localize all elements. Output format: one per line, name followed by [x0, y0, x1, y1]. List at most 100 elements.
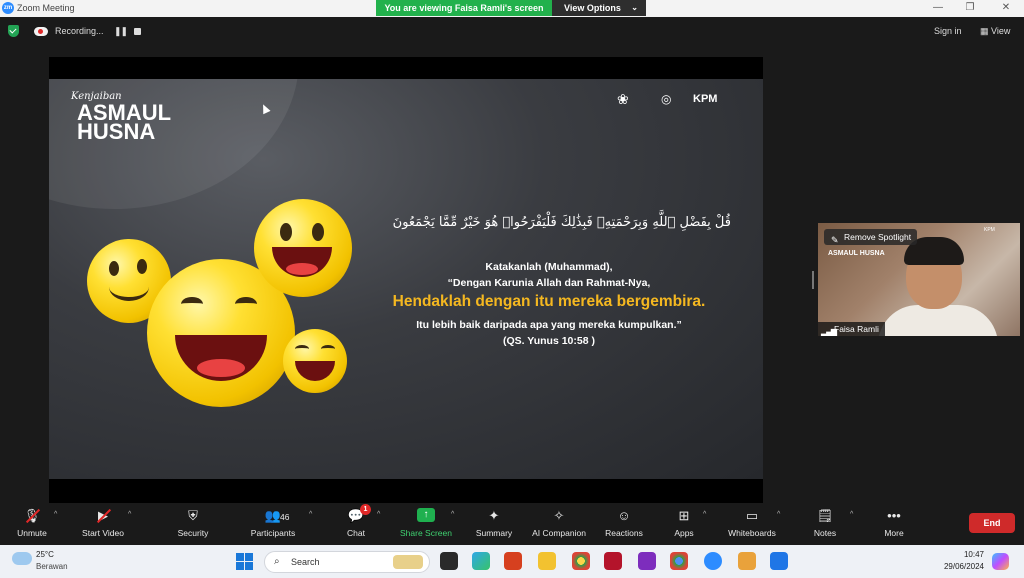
- meeting-topbar: Recording... ❚❚ Sign in ▦ View: [0, 17, 1024, 47]
- close-icon[interactable]: ✕: [996, 1, 1016, 15]
- global-logo-icon: ◎: [661, 92, 672, 106]
- view-label: View: [991, 26, 1011, 36]
- onenote-icon[interactable]: [638, 552, 656, 570]
- brand-title: ASMAUL HUSNA: [77, 102, 171, 143]
- taskbar-date[interactable]: 29/06/2024: [922, 562, 984, 571]
- remove-spotlight-label: Remove Spotlight: [844, 232, 912, 242]
- media-player-icon[interactable]: [738, 552, 756, 570]
- notes-button[interactable]: 🗒 Notes: [808, 503, 842, 545]
- speaker-video-tile[interactable]: ASMAUL HUSNA KPM ✎ Remove Spotlight ▂▄▆ …: [818, 223, 1020, 336]
- notes-caret-icon[interactable]: ^: [850, 511, 853, 518]
- app-blue-icon[interactable]: [770, 552, 788, 570]
- view-options-button[interactable]: View Options ⌄: [552, 0, 646, 16]
- mini-slide-logo: KPM: [984, 227, 995, 233]
- minimize-icon[interactable]: —: [928, 1, 948, 15]
- translation-line-2: “Dengan Karunia Allah dan Rahmat-Nya,: [447, 277, 651, 289]
- chat-unread-badge: 1: [360, 504, 371, 515]
- summary-button[interactable]: ✦ Summary: [472, 503, 516, 545]
- microsoft-store-icon[interactable]: [604, 552, 622, 570]
- task-view-icon[interactable]: [440, 552, 458, 570]
- participants-caret-icon[interactable]: ^: [309, 511, 312, 518]
- start-video-button[interactable]: ▶ Start Video: [78, 503, 128, 545]
- security-label: Security: [177, 528, 209, 538]
- start-video-label: Start Video: [82, 528, 124, 538]
- chrome-profile-icon[interactable]: [670, 552, 688, 570]
- more-button[interactable]: ••• More: [878, 503, 910, 545]
- share-caret-icon[interactable]: ^: [451, 511, 454, 518]
- shield-icon: ⛨: [188, 508, 198, 523]
- apps-icon: ⊞: [678, 508, 690, 523]
- participant-name: Faisa Ramli: [834, 324, 879, 334]
- sign-in-link[interactable]: Sign in: [934, 26, 962, 36]
- remove-spotlight-button[interactable]: ✎ Remove Spotlight: [824, 229, 918, 245]
- security-button[interactable]: ⛨ Security: [172, 503, 214, 545]
- taskbar-search[interactable]: ⌕ Search: [264, 551, 430, 573]
- edge-browser-icon[interactable]: [472, 552, 490, 570]
- windows-taskbar: 25°C Berawan ⌕ Search 10:47 29/06/2024: [0, 545, 1024, 578]
- whiteboard-icon: ▭: [745, 508, 759, 523]
- participants-button[interactable]: 👥 46 Participants: [246, 503, 300, 545]
- participants-icon: 👥 46: [264, 508, 290, 523]
- smiley-icon: ☺: [617, 508, 631, 523]
- video-off-icon: ▶: [94, 508, 112, 524]
- summary-label: Summary: [475, 528, 513, 538]
- apps-caret-icon[interactable]: ^: [703, 511, 706, 518]
- end-meeting-button[interactable]: End: [969, 513, 1015, 533]
- notes-icon: 🗒: [816, 508, 834, 523]
- chevron-down-icon: ⌄: [631, 3, 638, 12]
- summary-icon: ✦: [488, 508, 500, 523]
- unmute-label: Unmute: [17, 528, 47, 538]
- apps-button[interactable]: ⊞ Apps: [668, 503, 700, 545]
- share-screen-label: Share Screen: [400, 528, 452, 538]
- windows-start-icon[interactable]: [236, 553, 253, 570]
- sparkle-icon: ✧: [553, 508, 565, 523]
- chat-button[interactable]: 💬 1 Chat: [338, 503, 374, 545]
- viewing-screen-banner: You are viewing Faisa Ramli's screen: [376, 0, 552, 16]
- pause-recording-icon[interactable]: ❚❚: [114, 26, 128, 37]
- presentation-slide: Kenjaiban ASMAUL HUSNA ❀ ◎ KPM قُلْ بِفَ…: [49, 79, 763, 479]
- encryption-shield-icon[interactable]: [8, 25, 19, 37]
- chat-caret-icon[interactable]: ^: [377, 511, 380, 518]
- search-highlight-icon: [393, 555, 423, 569]
- more-dots-icon: •••: [887, 508, 901, 523]
- taskbar-time[interactable]: 10:47: [922, 550, 984, 559]
- squint-laugh-emoji-icon: [283, 329, 347, 393]
- app-red-icon[interactable]: [504, 552, 522, 570]
- restore-icon[interactable]: ❐: [960, 1, 980, 15]
- zoom-app-icon[interactable]: [704, 552, 722, 570]
- stop-recording-icon[interactable]: [134, 28, 141, 35]
- view-options-label: View Options: [564, 3, 621, 13]
- share-screen-icon: ↑: [417, 508, 435, 524]
- speaker-shirt: [878, 305, 998, 336]
- participant-name-tag: ▂▄▆ Faisa Ramli: [818, 322, 885, 336]
- zakat-logo-icon: ❀: [617, 91, 629, 107]
- meeting-toolbar: 🎙 Unmute ^ ▶ Start Video ^ ⛨ Security 👥4…: [0, 503, 1024, 545]
- whiteboards-label: Whiteboards: [728, 528, 776, 538]
- resize-handle[interactable]: [812, 271, 814, 289]
- translation-highlight: Hendaklah dengan itu mereka bergembira.: [392, 293, 706, 310]
- view-button[interactable]: ▦ View: [980, 26, 1010, 37]
- ai-companion-button[interactable]: ✧ AI Companion: [528, 503, 590, 545]
- participants-count: 46: [280, 512, 290, 522]
- audio-options-caret-icon[interactable]: ^: [54, 511, 57, 518]
- whiteboards-caret-icon[interactable]: ^: [777, 511, 780, 518]
- unpin-icon: ✎: [831, 235, 839, 245]
- copilot-icon[interactable]: [992, 553, 1009, 570]
- file-explorer-icon[interactable]: [538, 552, 556, 570]
- chat-label: Chat: [347, 528, 365, 538]
- weather-temperature[interactable]: 25°C: [36, 550, 54, 559]
- mini-slide-title: ASMAUL HUSNA: [828, 250, 885, 257]
- reactions-button[interactable]: ☺ Reactions: [602, 503, 646, 545]
- window-titlebar: zm Zoom Meeting You are viewing Faisa Ra…: [0, 0, 1024, 17]
- unmute-button[interactable]: 🎙 Unmute: [10, 503, 54, 545]
- video-options-caret-icon[interactable]: ^: [128, 511, 131, 518]
- whiteboards-button[interactable]: ▭ Whiteboards: [722, 503, 782, 545]
- microphone-muted-icon: 🎙: [23, 508, 41, 524]
- weather-cloud-icon[interactable]: [12, 552, 32, 565]
- share-screen-button[interactable]: ↑ Share Screen: [398, 503, 454, 545]
- weather-condition[interactable]: Berawan: [36, 562, 68, 571]
- more-label: More: [884, 528, 904, 538]
- chrome-icon[interactable]: [572, 552, 590, 570]
- arabic-verse: قُلْ بِفَضْلِ ٱللَّهِ وَبِرَحْمَتِهِۦ فَ…: [392, 215, 731, 230]
- notes-label: Notes: [813, 528, 837, 538]
